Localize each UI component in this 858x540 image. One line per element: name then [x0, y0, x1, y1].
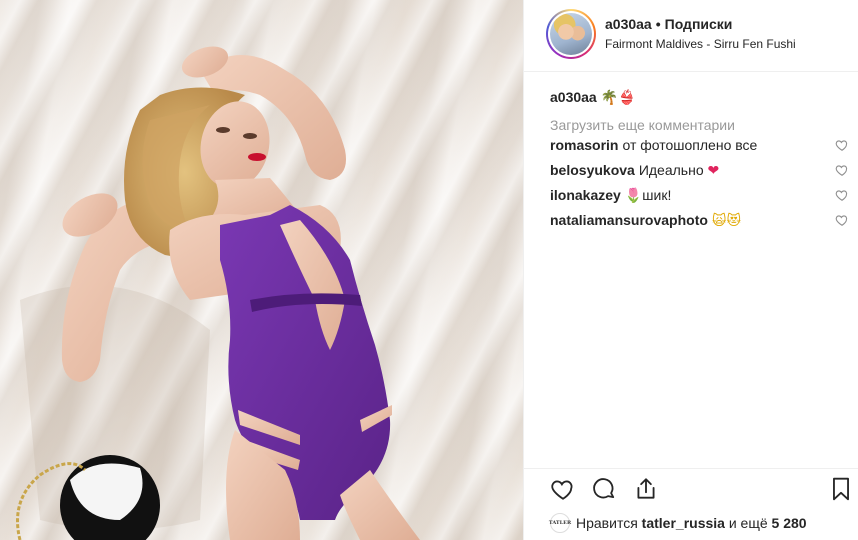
- comment-text: шик!: [642, 187, 672, 203]
- comment-like-icon[interactable]: [835, 138, 849, 152]
- location-link[interactable]: Fairmont Maldives - Sirru Fen Fushi: [605, 36, 796, 52]
- comment-text: Идеально: [638, 162, 704, 178]
- liker-username[interactable]: tatler_russia: [642, 515, 725, 531]
- comment-item: nataliamansurovaphoto 🙀😻: [550, 211, 855, 236]
- tulip-icon: 🌷: [624, 188, 643, 204]
- heart-outline-icon[interactable]: [550, 476, 576, 502]
- comment-username[interactable]: nataliamansurovaphoto: [550, 212, 708, 228]
- avatar[interactable]: [546, 9, 596, 59]
- header-text: a030aa • Подписки Fairmont Maldives - Sirr…: [605, 15, 796, 52]
- likes-prefix: Нравится: [576, 515, 638, 531]
- post-side-panel: a030aa • Подписки Fairmont Maldives - Sirr…: [523, 0, 858, 540]
- post-header: a030aa • Подписки Fairmont Maldives - Sirr…: [524, 0, 858, 72]
- comment-like-icon[interactable]: [835, 213, 849, 227]
- comment-like-icon[interactable]: [835, 188, 849, 202]
- post-photo[interactable]: [0, 0, 523, 540]
- likes-middle: и ещё: [728, 515, 768, 531]
- liker-avatar[interactable]: TATLER: [549, 513, 571, 533]
- comments-section: a030aa 🌴👙 Загрузить еще комментарии roma…: [550, 88, 855, 236]
- bikini-icon: 👙: [618, 90, 636, 106]
- load-more-comments-button[interactable]: Загрузить еще комментарии: [550, 116, 855, 136]
- post-actions: TATLER Нравится tatler_russia и ещё 5 28…: [524, 468, 858, 540]
- palm-tree-icon: 🌴: [600, 90, 619, 106]
- comment-item: romasorin от фотошоплено все: [550, 136, 855, 161]
- caption-username[interactable]: a030aa: [550, 89, 597, 105]
- comment-text: от фотошоплено все: [622, 137, 758, 153]
- likes-count[interactable]: 5 280: [772, 515, 807, 531]
- post-caption: a030aa 🌴👙: [550, 88, 855, 108]
- comment-username[interactable]: belosyukova: [550, 162, 635, 178]
- avatar-frame: [548, 11, 594, 57]
- likes-summary: TATLER Нравится tatler_russia и ещё 5 28…: [549, 513, 807, 533]
- comment-item: belosyukova Идеально ❤: [550, 161, 855, 186]
- comment-username[interactable]: ilonakazey: [550, 187, 621, 203]
- cat-faces-icon: 🙀😻: [711, 213, 742, 229]
- red-heart-icon: ❤: [707, 163, 720, 179]
- header-line: a030aa • Подписки: [605, 15, 796, 33]
- bookmark-icon[interactable]: [828, 476, 854, 502]
- share-icon[interactable]: [633, 476, 659, 502]
- username-link[interactable]: a030aa: [605, 16, 652, 32]
- separator-dot: •: [655, 16, 661, 32]
- comment-item: ilonakazey 🌷шик!: [550, 186, 855, 211]
- avatar-image: [550, 13, 592, 55]
- post-photo-illustration: [16, 46, 420, 540]
- comment-username[interactable]: romasorin: [550, 137, 618, 153]
- comment-like-icon[interactable]: [835, 163, 849, 177]
- comment-bubble-icon[interactable]: [591, 476, 617, 502]
- follow-button[interactable]: Подписки: [665, 16, 733, 32]
